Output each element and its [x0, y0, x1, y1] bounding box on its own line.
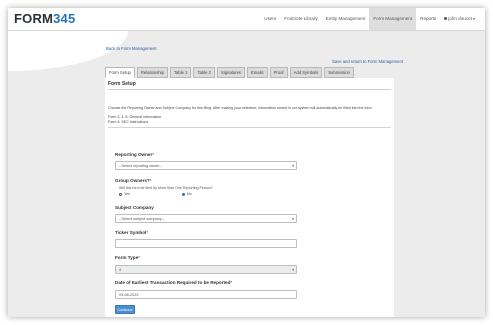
- form-tabs: Form Setup Relationship Table 1 Table 2 …: [105, 67, 356, 78]
- earliest-transaction-date-label: Date of Earliest Transaction Required to…: [115, 280, 233, 285]
- section-divider: [108, 127, 391, 128]
- app-window: FORM345 Users Footnote Library Entity Ma…: [8, 8, 485, 317]
- general-info-link[interactable]: Form 3, 4, 5: General Information: [108, 115, 161, 119]
- chevron-down-icon: ▾: [292, 217, 294, 221]
- group-owners-label: Group Owners?*: [115, 178, 152, 183]
- form-setup-panel: Form Setup Choose the Reporting Owner an…: [105, 78, 394, 317]
- panel-description: Choose the Reporting Owner and Subject C…: [108, 106, 373, 110]
- user-name: john doucet: [448, 16, 472, 21]
- nav-item-form-management[interactable]: Form Management: [369, 8, 417, 30]
- form-type-select[interactable]: 4 ▾: [115, 265, 297, 274]
- form-type-value: 4: [119, 268, 122, 272]
- group-owners-no-radio[interactable]: No: [182, 192, 192, 196]
- reporting-owner-select[interactable]: --Select reporting owner-- ▾: [115, 161, 297, 170]
- back-to-form-management-link[interactable]: Back to Form Management: [106, 46, 157, 51]
- nav-item-footnote-library[interactable]: Footnote Library: [280, 8, 321, 30]
- group-owners-yes-radio[interactable]: Yes: [119, 192, 130, 196]
- tab-submission[interactable]: Submission: [324, 67, 354, 78]
- chevron-down-icon: ▾: [292, 164, 294, 168]
- group-owners-question: Will this form be filed by More than One…: [119, 186, 213, 190]
- radio-on-icon: [182, 192, 185, 196]
- main-nav: Users Footnote Library Entity Management…: [260, 8, 479, 30]
- panel-title: Form Setup: [108, 81, 136, 87]
- subject-company-value: --Select subject company--: [119, 217, 165, 221]
- reporting-owner-value: --Select reporting owner--: [119, 164, 163, 168]
- tab-add-symbols[interactable]: Add Symbols: [289, 67, 323, 78]
- tab-relationship[interactable]: Relationship: [136, 67, 168, 78]
- radio-off-icon: [119, 192, 122, 196]
- tab-signatures[interactable]: Signatures: [216, 67, 245, 78]
- logo[interactable]: FORM345: [14, 11, 75, 26]
- tab-emails[interactable]: Emails: [247, 67, 268, 78]
- sec-instructions-link[interactable]: Form 4: SEC Instructions: [108, 120, 148, 124]
- background-decoration: [8, 31, 128, 71]
- user-icon: [444, 17, 448, 21]
- subject-company-label: Subject Company: [115, 205, 154, 210]
- logo-text-form: FORM: [14, 11, 54, 26]
- chevron-down-icon: ▾: [292, 268, 294, 272]
- reporting-owner-label: Reporting Owner*: [115, 152, 155, 157]
- top-navbar: FORM345 Users Footnote Library Entity Ma…: [8, 8, 485, 31]
- nav-item-entity-management[interactable]: Entity Management: [322, 8, 370, 30]
- subject-company-select[interactable]: --Select subject company-- ▾: [115, 214, 297, 223]
- user-menu[interactable]: john doucet▾: [440, 8, 479, 30]
- tab-form-setup[interactable]: Form Setup: [105, 67, 135, 78]
- save-and-return-link[interactable]: Save and return to Form Management: [332, 59, 403, 64]
- form-type-label: Form Type*: [115, 255, 140, 260]
- nav-item-reports[interactable]: Reports: [416, 8, 440, 30]
- ticker-symbol-label: Ticker Symbol*: [115, 230, 149, 235]
- earliest-transaction-date-input[interactable]: 09-08-2023: [115, 290, 297, 299]
- ticker-symbol-input[interactable]: [115, 239, 297, 248]
- tab-table-2[interactable]: Table 2: [193, 67, 215, 78]
- logo-text-345: 345: [53, 11, 76, 26]
- panel-divider: [108, 89, 391, 90]
- nav-item-users[interactable]: Users: [260, 8, 280, 30]
- tab-proof[interactable]: Proof: [269, 67, 288, 78]
- tab-table-1[interactable]: Table 1: [169, 67, 192, 78]
- chevron-down-icon: ▾: [472, 16, 475, 21]
- continue-button[interactable]: Continue: [115, 305, 135, 314]
